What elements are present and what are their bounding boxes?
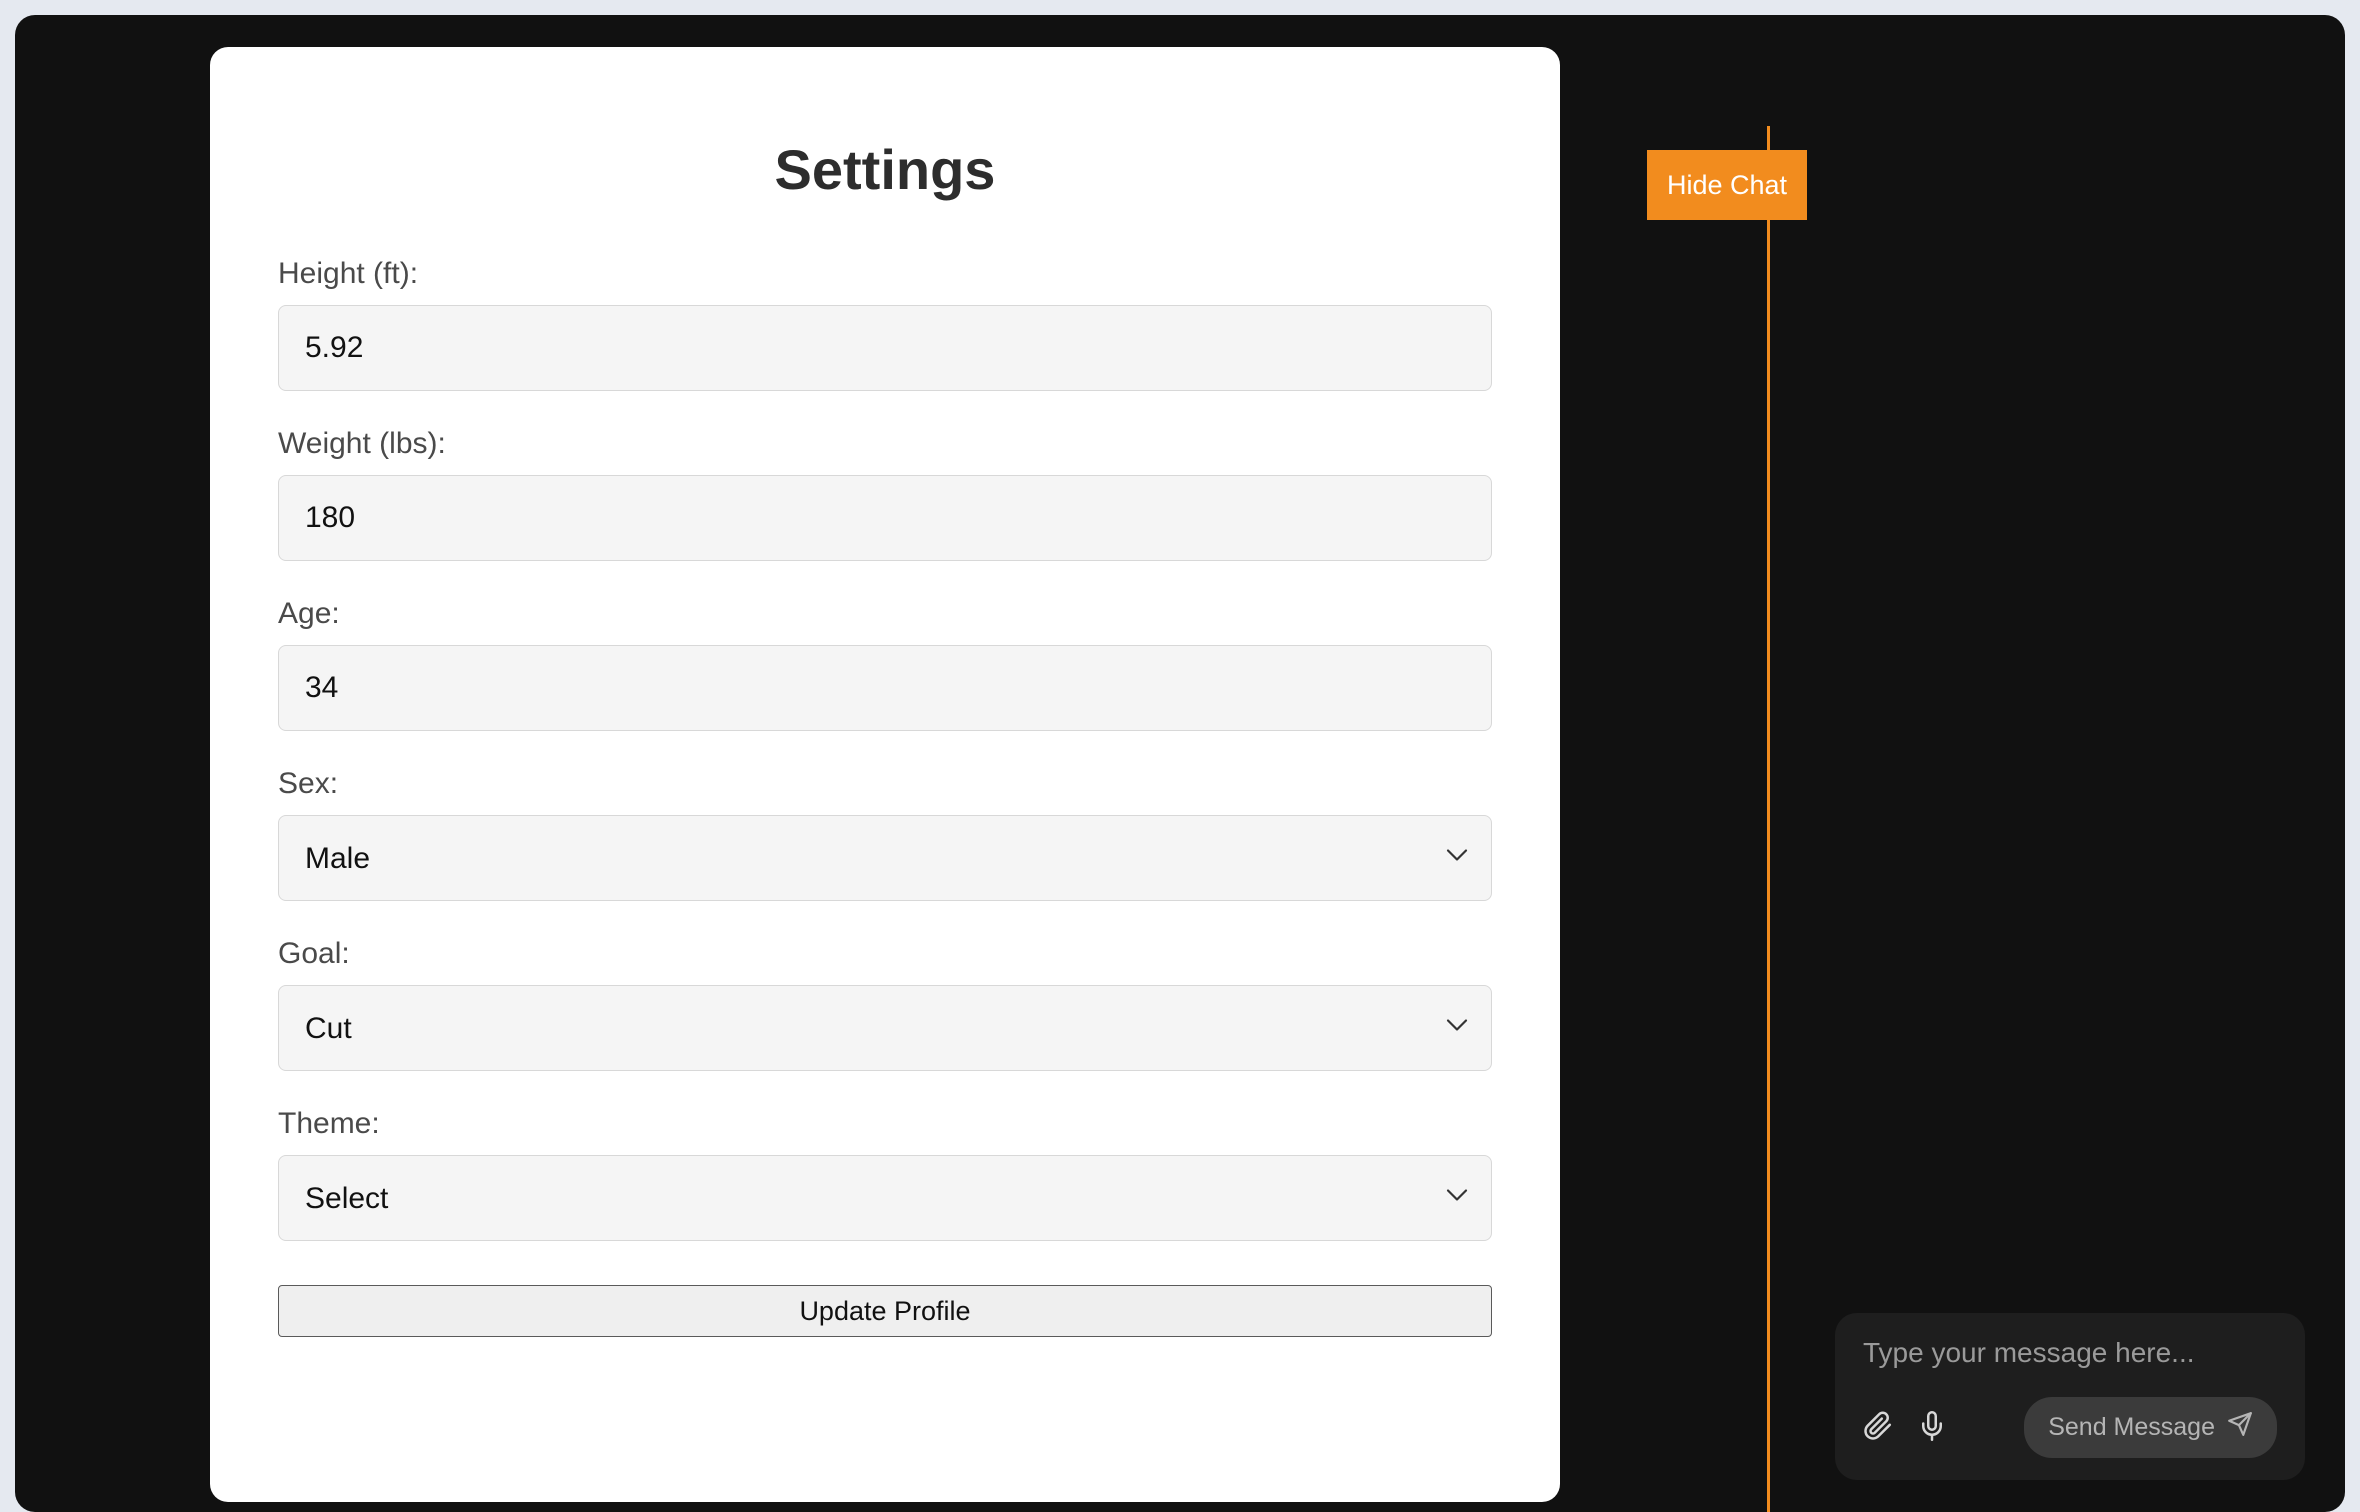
weight-input[interactable] — [278, 475, 1492, 561]
age-label: Age: — [278, 597, 1492, 631]
height-input[interactable] — [278, 305, 1492, 391]
weight-label: Weight (lbs): — [278, 427, 1492, 461]
settings-panel: Settings Height (ft): Weight (lbs): Age:… — [210, 47, 1560, 1502]
send-icon — [2227, 1411, 2253, 1444]
send-message-label: Send Message — [2048, 1413, 2215, 1442]
theme-label: Theme: — [278, 1107, 1492, 1141]
chat-controls: Send Message — [1863, 1397, 2277, 1458]
mic-button[interactable] — [1917, 1411, 1947, 1444]
chat-input-panel: Send Message — [1835, 1313, 2305, 1480]
field-sex: Sex: Male — [278, 767, 1492, 901]
paperclip-icon — [1863, 1411, 1893, 1444]
field-height: Height (ft): — [278, 257, 1492, 391]
page-title: Settings — [278, 137, 1492, 202]
sex-label: Sex: — [278, 767, 1492, 801]
hide-chat-button[interactable]: Hide Chat — [1647, 150, 1807, 220]
goal-label: Goal: — [278, 937, 1492, 971]
chat-message-input[interactable] — [1863, 1337, 2277, 1369]
send-message-button[interactable]: Send Message — [2024, 1397, 2277, 1458]
mic-icon — [1917, 1411, 1947, 1444]
goal-select[interactable]: Cut — [278, 985, 1492, 1071]
sex-select[interactable]: Male — [278, 815, 1492, 901]
attach-button[interactable] — [1863, 1411, 1893, 1444]
field-age: Age: — [278, 597, 1492, 731]
field-theme: Theme: Select — [278, 1107, 1492, 1241]
field-goal: Goal: Cut — [278, 937, 1492, 1071]
update-profile-button[interactable]: Update Profile — [278, 1285, 1492, 1337]
app-frame: Settings Height (ft): Weight (lbs): Age:… — [15, 15, 2345, 1512]
field-weight: Weight (lbs): — [278, 427, 1492, 561]
theme-select[interactable]: Select — [278, 1155, 1492, 1241]
age-input[interactable] — [278, 645, 1492, 731]
chat-divider — [1767, 126, 1770, 1512]
height-label: Height (ft): — [278, 257, 1492, 291]
